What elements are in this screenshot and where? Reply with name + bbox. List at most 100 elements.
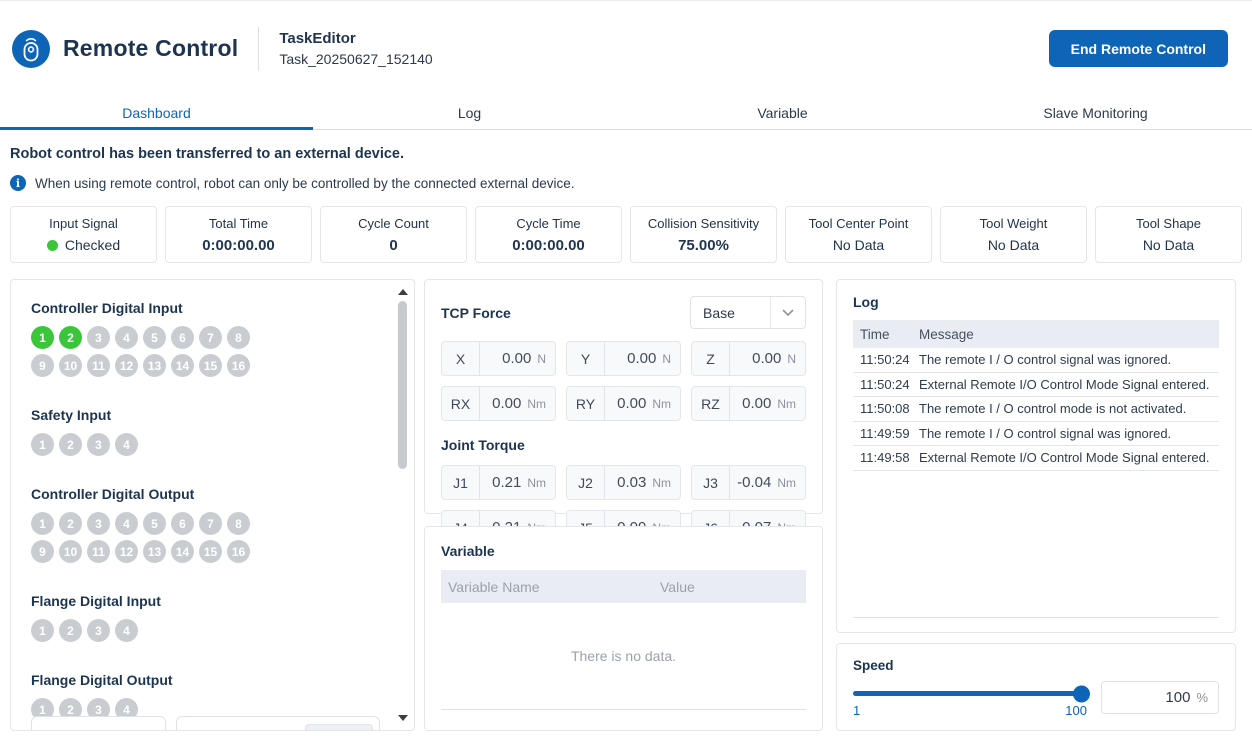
tcp-force-axis-label: RX bbox=[442, 387, 480, 420]
tab-dashboard[interactable]: Dashboard bbox=[0, 96, 313, 129]
tab-log[interactable]: Log bbox=[313, 96, 626, 129]
stat-value: No Data bbox=[1143, 237, 1194, 253]
speed-value: 100 bbox=[1165, 689, 1190, 706]
tab-slave-monitoring[interactable]: Slave Monitoring bbox=[939, 96, 1252, 129]
scrollbar-thumb[interactable] bbox=[398, 301, 407, 469]
io-group-title: Safety Input bbox=[31, 407, 380, 423]
stat-label: Total Time bbox=[209, 216, 268, 231]
tab-variable[interactable]: Variable bbox=[626, 96, 939, 129]
io-panel-scrollbar[interactable] bbox=[395, 283, 411, 727]
stat-card-cycle-count: Cycle Count0 bbox=[320, 206, 467, 263]
io-indicator-13: 13 bbox=[143, 540, 166, 563]
task-name-label: Task_20250627_152140 bbox=[279, 51, 432, 67]
io-indicator-4: 4 bbox=[115, 512, 138, 535]
io-group-title: Flange Digital Output bbox=[31, 672, 380, 688]
log-panel: Log Time Message 11:50:24The remote I / … bbox=[836, 279, 1236, 633]
speed-max-label: 100 bbox=[1065, 703, 1087, 718]
variable-col-value: Value bbox=[660, 579, 806, 595]
speed-slider-track[interactable] bbox=[853, 691, 1087, 696]
right-column: Log Time Message 11:50:24The remote I / … bbox=[836, 279, 1236, 731]
io-group-safety-input: Safety Input1234 bbox=[31, 407, 380, 456]
log-message: External Remote I/O Control Mode Signal … bbox=[919, 377, 1209, 392]
stat-label: Input Signal bbox=[49, 216, 118, 231]
speed-slider-thumb[interactable] bbox=[1073, 685, 1090, 702]
io-indicator-2: 2 bbox=[59, 619, 82, 642]
stat-card-tool-center-point: Tool Center PointNo Data bbox=[785, 206, 932, 263]
scroll-up-icon[interactable] bbox=[398, 289, 408, 295]
log-time: 11:50:08 bbox=[853, 401, 919, 416]
io-indicator-4: 4 bbox=[115, 326, 138, 349]
tcp-force-field-z: Z0.00N bbox=[691, 341, 806, 376]
end-remote-control-button[interactable]: End Remote Control bbox=[1049, 30, 1228, 67]
stat-card-collision-sensitivity: Collision Sensitivity75.00% bbox=[630, 206, 777, 263]
io-indicator-1: 1 bbox=[31, 619, 54, 642]
speed-value-input[interactable]: 100 % bbox=[1101, 681, 1219, 714]
io-indicator-3: 3 bbox=[87, 619, 110, 642]
io-group-controller-digital-output: Controller Digital Output123456789101112… bbox=[31, 486, 380, 563]
log-message: The remote I / O control mode is not act… bbox=[919, 401, 1186, 416]
io-group-title: Flange Digital Input bbox=[31, 593, 380, 609]
speed-slider[interactable]: 1 100 bbox=[853, 691, 1087, 718]
io-group-flange-digital-input: Flange Digital Input 1234 bbox=[31, 593, 380, 642]
joint-torque-field-j2: J20.03Nm bbox=[566, 465, 681, 500]
io-group-title: Controller Digital Input bbox=[31, 300, 380, 316]
notice-block: Robot control has been transferred to an… bbox=[10, 146, 1242, 191]
joint-torque-field-j3: J3-0.04Nm bbox=[691, 465, 806, 500]
stat-card-input-signal: Input SignalChecked bbox=[10, 206, 157, 263]
io-indicator-2: 2 bbox=[59, 433, 82, 456]
tcp-force-panel: TCP Force Base X0.00NY0.00NZ0.00NRX0.00N… bbox=[424, 279, 823, 514]
tcp-force-value: 0.00 bbox=[480, 395, 527, 412]
io-group-controller-digital-input: Controller Digital Input 1234567891011121… bbox=[31, 300, 380, 377]
log-message: External Remote I/O Control Mode Signal … bbox=[919, 450, 1209, 465]
tcp-force-axis-label: RZ bbox=[692, 387, 730, 420]
task-type-label: TaskEditor bbox=[279, 30, 432, 47]
variable-table-header: Variable Name Value bbox=[441, 570, 806, 603]
tcp-force-fields: X0.00NY0.00NZ0.00NRX0.00NmRY0.00NmRZ0.00… bbox=[441, 341, 806, 421]
log-title: Log bbox=[853, 294, 1219, 310]
log-col-message: Message bbox=[919, 327, 974, 342]
tcp-force-value: 0.00 bbox=[480, 350, 537, 367]
io-indicator-row: 12345678910111213141516 bbox=[31, 326, 263, 377]
frame-select-value: Base bbox=[691, 305, 770, 321]
dashboard-main: Controller Digital Input 1234567891011121… bbox=[10, 279, 1236, 731]
io-indicator-3: 3 bbox=[87, 326, 110, 349]
stat-card-cycle-time: Cycle Time0:00:00.00 bbox=[475, 206, 622, 263]
io-panel: Controller Digital Input 1234567891011121… bbox=[10, 279, 415, 731]
io-indicator-row: 12345678910111213141516 bbox=[31, 512, 263, 563]
io-indicator-9: 9 bbox=[31, 540, 54, 563]
info-icon: i bbox=[10, 175, 26, 191]
io-indicator-7: 7 bbox=[199, 326, 222, 349]
io-indicator-2: 2 bbox=[59, 512, 82, 535]
log-row: 11:49:59The remote I / O control signal … bbox=[853, 422, 1219, 447]
io-indicator-2: 2 bbox=[59, 326, 82, 349]
log-table-header: Time Message bbox=[853, 320, 1219, 348]
io-indicator-4: 4 bbox=[115, 433, 138, 456]
log-time: 11:49:58 bbox=[853, 450, 919, 465]
header-divider bbox=[258, 27, 259, 71]
notice-info-text: When using remote control, robot can onl… bbox=[35, 176, 575, 191]
tcp-force-unit: N bbox=[787, 352, 805, 366]
io-indicator-3: 3 bbox=[87, 512, 110, 535]
tcp-force-field-rx: RX0.00Nm bbox=[441, 386, 556, 421]
io-indicator-4: 4 bbox=[115, 619, 138, 642]
log-rows: 11:50:24The remote I / O control signal … bbox=[853, 348, 1219, 471]
scroll-down-icon[interactable] bbox=[398, 715, 408, 721]
io-panel-partial-field-1[interactable] bbox=[31, 716, 166, 730]
tcp-force-value: 0.00 bbox=[730, 395, 777, 412]
stat-label: Collision Sensitivity bbox=[648, 216, 759, 231]
stat-value: No Data bbox=[988, 237, 1039, 253]
io-indicator-16: 16 bbox=[227, 540, 250, 563]
io-panel-partial-field-2[interactable] bbox=[176, 716, 380, 730]
tab-bar: DashboardLogVariableSlave Monitoring bbox=[0, 96, 1252, 130]
tcp-force-axis-label: Z bbox=[692, 342, 730, 375]
io-indicator-8: 8 bbox=[227, 326, 250, 349]
io-panel-partial-button[interactable] bbox=[305, 724, 373, 730]
joint-torque-title: Joint Torque bbox=[441, 437, 806, 453]
stat-card-total-time: Total Time0:00:00.00 bbox=[165, 206, 312, 263]
tcp-force-unit: Nm bbox=[652, 397, 680, 411]
io-indicator-5: 5 bbox=[143, 512, 166, 535]
joint-torque-value: -0.04 bbox=[730, 474, 777, 491]
frame-select[interactable]: Base bbox=[690, 296, 806, 329]
io-indicator-6: 6 bbox=[171, 512, 194, 535]
tcp-force-value: 0.00 bbox=[605, 350, 662, 367]
